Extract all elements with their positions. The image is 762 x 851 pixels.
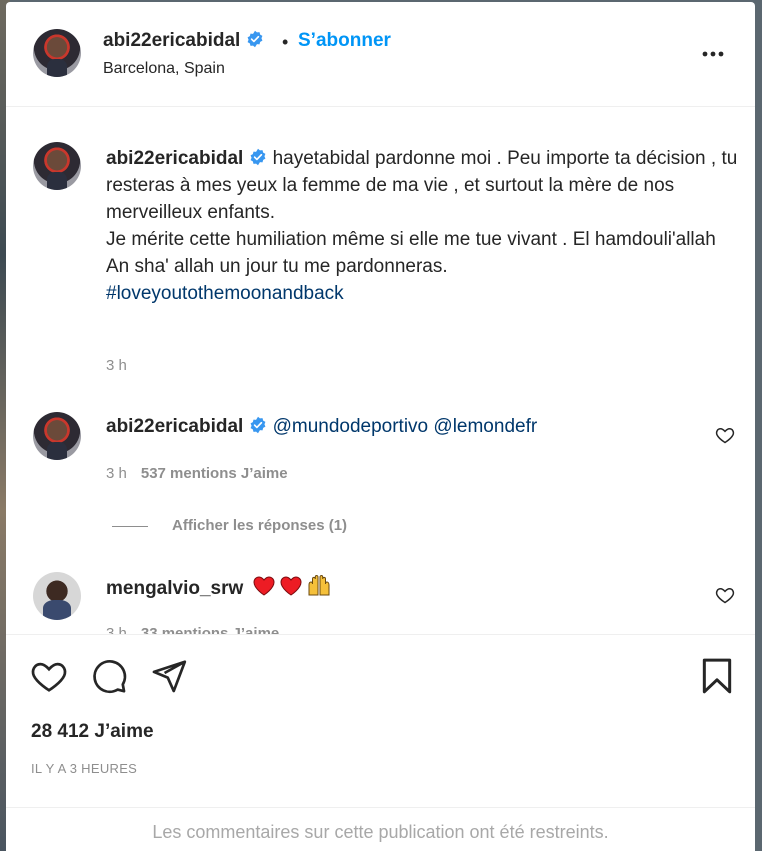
post-timestamp[interactable]: IL Y A 3 HEURES (31, 761, 137, 776)
comment-bubble-icon[interactable] (90, 657, 128, 695)
author-username-text[interactable]: abi22ericabidal (103, 30, 240, 51)
post-actions-section: 28 412 J’aime IL Y A 3 HEURES Les commen… (6, 634, 755, 851)
header-separator: • (282, 32, 289, 52)
view-replies-button[interactable]: Afficher les réponses (1) (112, 517, 347, 534)
caption-hashtag-link[interactable]: #loveyoutothemoonandback (106, 283, 344, 304)
comment-meta: 3 h 33 mentions J’aime (106, 625, 279, 634)
red-heart-emoji-icon (253, 576, 275, 596)
author-username[interactable]: abi22ericabidal (103, 30, 264, 52)
comment-likes-count[interactable]: 537 mentions J’aime (141, 465, 288, 482)
post-header: abi22ericabidal • S’abonner Barcelona, S… (6, 2, 755, 107)
save-bookmark-icon[interactable] (698, 657, 736, 695)
like-heart-icon[interactable] (30, 657, 68, 695)
raised-hands-emoji-icon (308, 574, 330, 596)
comment-timestamp[interactable]: 3 h (106, 465, 127, 482)
replies-divider-line (112, 525, 148, 527)
comment-likes-count[interactable]: 33 mentions J’aime (141, 625, 279, 634)
comment-meta: 3 h 537 mentions J’aime (106, 465, 288, 482)
more-options-icon[interactable] (701, 44, 725, 64)
caption-author-avatar[interactable] (33, 142, 81, 190)
caption-timestamp[interactable]: 3 h (106, 357, 127, 374)
author-avatar[interactable] (33, 29, 81, 77)
comment-username[interactable]: abi22ericabidal (106, 416, 243, 437)
post-caption: abi22ericabidal hayetabidal pardonne moi… (106, 145, 746, 307)
post-panel: abi22ericabidal • S’abonner Barcelona, S… (6, 2, 755, 851)
comment-avatar[interactable] (33, 572, 81, 620)
verified-badge-icon (247, 30, 263, 48)
caption-text-line2: Je mérite cette humiliation même si elle… (106, 229, 716, 250)
view-replies-label[interactable]: Afficher les réponses (1) (172, 517, 347, 534)
comments-scroll-area[interactable]: abi22ericabidal hayetabidal pardonne moi… (6, 107, 755, 634)
caption-username[interactable]: abi22ericabidal (106, 148, 243, 169)
comment-avatar[interactable] (33, 412, 81, 460)
comment-text: abi22ericabidal @mundodeportivo @lemonde… (106, 413, 746, 440)
mention-link[interactable]: @mundodeportivo (273, 416, 429, 437)
follow-button[interactable]: S’abonner (298, 30, 391, 52)
caption-text-line3: An sha' allah un jour tu me pardonneras. (106, 256, 448, 277)
share-direct-icon[interactable] (150, 657, 188, 695)
comment-like-heart-icon[interactable] (715, 425, 735, 445)
red-heart-emoji-icon (280, 576, 302, 596)
comments-restricted-notice: Les commentaires sur cette publication o… (6, 807, 755, 843)
mention-link[interactable]: @lemondefr (433, 416, 537, 437)
comment-username[interactable]: mengalvio_srw (106, 578, 243, 599)
comment-text: mengalvio_srw (106, 573, 746, 602)
comment-like-heart-icon[interactable] (715, 585, 735, 605)
verified-badge-icon (250, 416, 266, 434)
comment-timestamp[interactable]: 3 h (106, 625, 127, 634)
post-likes-count[interactable]: 28 412 J’aime (31, 721, 154, 743)
post-location[interactable]: Barcelona, Spain (103, 60, 225, 78)
verified-badge-icon (250, 148, 266, 166)
